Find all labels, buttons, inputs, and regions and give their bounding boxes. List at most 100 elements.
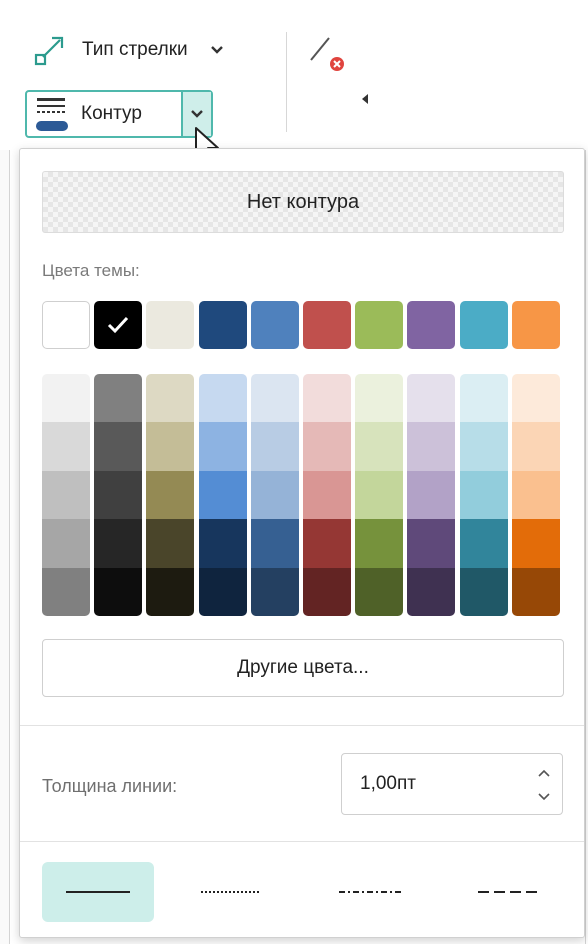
shade-column	[199, 374, 247, 616]
other-colors-button[interactable]: Другие цвета...	[42, 639, 564, 697]
shade-swatch[interactable]	[251, 567, 299, 616]
shade-swatch[interactable]	[146, 519, 194, 568]
shade-column	[407, 374, 455, 616]
divider	[20, 725, 584, 726]
line-style-dash-dot[interactable]	[314, 862, 426, 922]
shade-swatch[interactable]	[251, 519, 299, 568]
shade-swatch[interactable]	[460, 374, 508, 423]
line-thickness-label: Толщина линии:	[42, 776, 178, 796]
shade-swatch[interactable]	[512, 374, 560, 423]
theme-colors-label: Цвета темы:	[42, 261, 140, 280]
shade-swatch[interactable]	[146, 374, 194, 423]
shade-swatch[interactable]	[251, 470, 299, 520]
shade-swatch[interactable]	[199, 567, 247, 616]
shade-swatch[interactable]	[251, 422, 299, 471]
theme-color-swatch[interactable]	[94, 301, 142, 349]
shade-swatch[interactable]	[94, 567, 142, 616]
shade-swatch[interactable]	[94, 470, 142, 520]
theme-color-swatch[interactable]	[407, 301, 455, 349]
line-style-dashed[interactable]	[454, 862, 566, 922]
shade-swatch[interactable]	[407, 422, 455, 471]
theme-color-swatch[interactable]	[42, 301, 90, 349]
shade-swatch[interactable]	[303, 519, 351, 568]
shade-column	[512, 374, 560, 616]
dash-dot-line-icon	[339, 891, 401, 893]
shade-swatch[interactable]	[42, 470, 90, 520]
shade-swatch[interactable]	[355, 567, 403, 616]
shade-swatch[interactable]	[199, 374, 247, 423]
shade-swatch[interactable]	[146, 470, 194, 520]
theme-color-swatch[interactable]	[303, 301, 351, 349]
shade-swatch[interactable]	[42, 374, 90, 423]
shade-swatch[interactable]	[303, 374, 351, 423]
no-contour-label: Нет контура	[246, 190, 360, 213]
shade-swatch[interactable]	[94, 519, 142, 568]
shade-swatch[interactable]	[460, 422, 508, 471]
checkmark-icon	[107, 316, 129, 334]
shade-swatch[interactable]	[355, 470, 403, 520]
arrow-type-button[interactable]: Тип стрелки	[30, 28, 224, 72]
shade-swatch[interactable]	[303, 470, 351, 520]
shade-swatch[interactable]	[512, 422, 560, 471]
shade-swatch[interactable]	[460, 567, 508, 616]
shade-column	[94, 374, 142, 616]
divider	[20, 841, 584, 842]
theme-color-swatch[interactable]	[512, 301, 560, 349]
shade-swatch[interactable]	[407, 519, 455, 568]
line-thickness-value: 1,00пт	[360, 773, 416, 794]
dashed-line-icon	[478, 891, 542, 893]
shade-swatch[interactable]	[407, 470, 455, 520]
chevron-down-icon	[210, 46, 223, 54]
shade-swatch[interactable]	[94, 374, 142, 423]
line-style-solid[interactable]	[42, 862, 154, 922]
shade-swatch[interactable]	[42, 422, 90, 471]
shade-swatch[interactable]	[512, 519, 560, 568]
line-thickness-spinner[interactable]: 1,00пт	[341, 753, 563, 815]
shade-swatch[interactable]	[146, 567, 194, 616]
no-arrow-icon[interactable]	[305, 30, 349, 74]
shade-swatch[interactable]	[199, 470, 247, 520]
shade-swatch[interactable]	[42, 519, 90, 568]
contour-label: Контур	[81, 103, 142, 124]
theme-colors-row	[42, 301, 566, 351]
shade-column	[303, 374, 351, 616]
shade-swatch[interactable]	[460, 519, 508, 568]
contour-icon	[36, 98, 68, 131]
shade-swatch[interactable]	[42, 567, 90, 616]
shade-swatch[interactable]	[460, 470, 508, 520]
shade-swatch[interactable]	[199, 422, 247, 471]
theme-color-swatch[interactable]	[251, 301, 299, 349]
line-styles-row	[42, 862, 566, 924]
contour-dropdown-panel: Нет контура Цвета темы: Другие цвета... …	[19, 148, 585, 938]
theme-color-swatch[interactable]	[146, 301, 194, 349]
solid-line-icon	[66, 891, 130, 893]
chevron-down-icon	[191, 110, 203, 118]
shade-swatch[interactable]	[355, 519, 403, 568]
shade-column	[42, 374, 90, 616]
shade-swatch[interactable]	[355, 374, 403, 423]
theme-color-swatch[interactable]	[460, 301, 508, 349]
shade-swatch[interactable]	[303, 422, 351, 471]
shade-swatch[interactable]	[94, 422, 142, 471]
shade-swatch[interactable]	[407, 567, 455, 616]
collapse-arrow-icon[interactable]	[362, 94, 368, 104]
shade-swatch[interactable]	[407, 374, 455, 423]
shade-swatch[interactable]	[146, 422, 194, 471]
shade-column	[146, 374, 194, 616]
no-contour-button[interactable]: Нет контура	[42, 171, 564, 233]
shade-swatch[interactable]	[512, 567, 560, 616]
shade-swatch[interactable]	[303, 567, 351, 616]
shade-swatch[interactable]	[199, 519, 247, 568]
theme-color-swatch[interactable]	[355, 301, 403, 349]
arrow-type-label: Тип стрелки	[82, 39, 188, 60]
spinner-arrows-icon[interactable]	[536, 766, 552, 804]
shade-swatch[interactable]	[355, 422, 403, 471]
shade-column	[460, 374, 508, 616]
contour-button[interactable]: Контур	[25, 90, 213, 138]
theme-color-swatch[interactable]	[199, 301, 247, 349]
line-style-dotted[interactable]	[174, 862, 286, 922]
shade-swatch[interactable]	[251, 374, 299, 423]
contour-main-button[interactable]: Контур	[27, 92, 181, 136]
shade-swatch[interactable]	[512, 470, 560, 520]
other-colors-label: Другие цвета...	[237, 657, 369, 678]
